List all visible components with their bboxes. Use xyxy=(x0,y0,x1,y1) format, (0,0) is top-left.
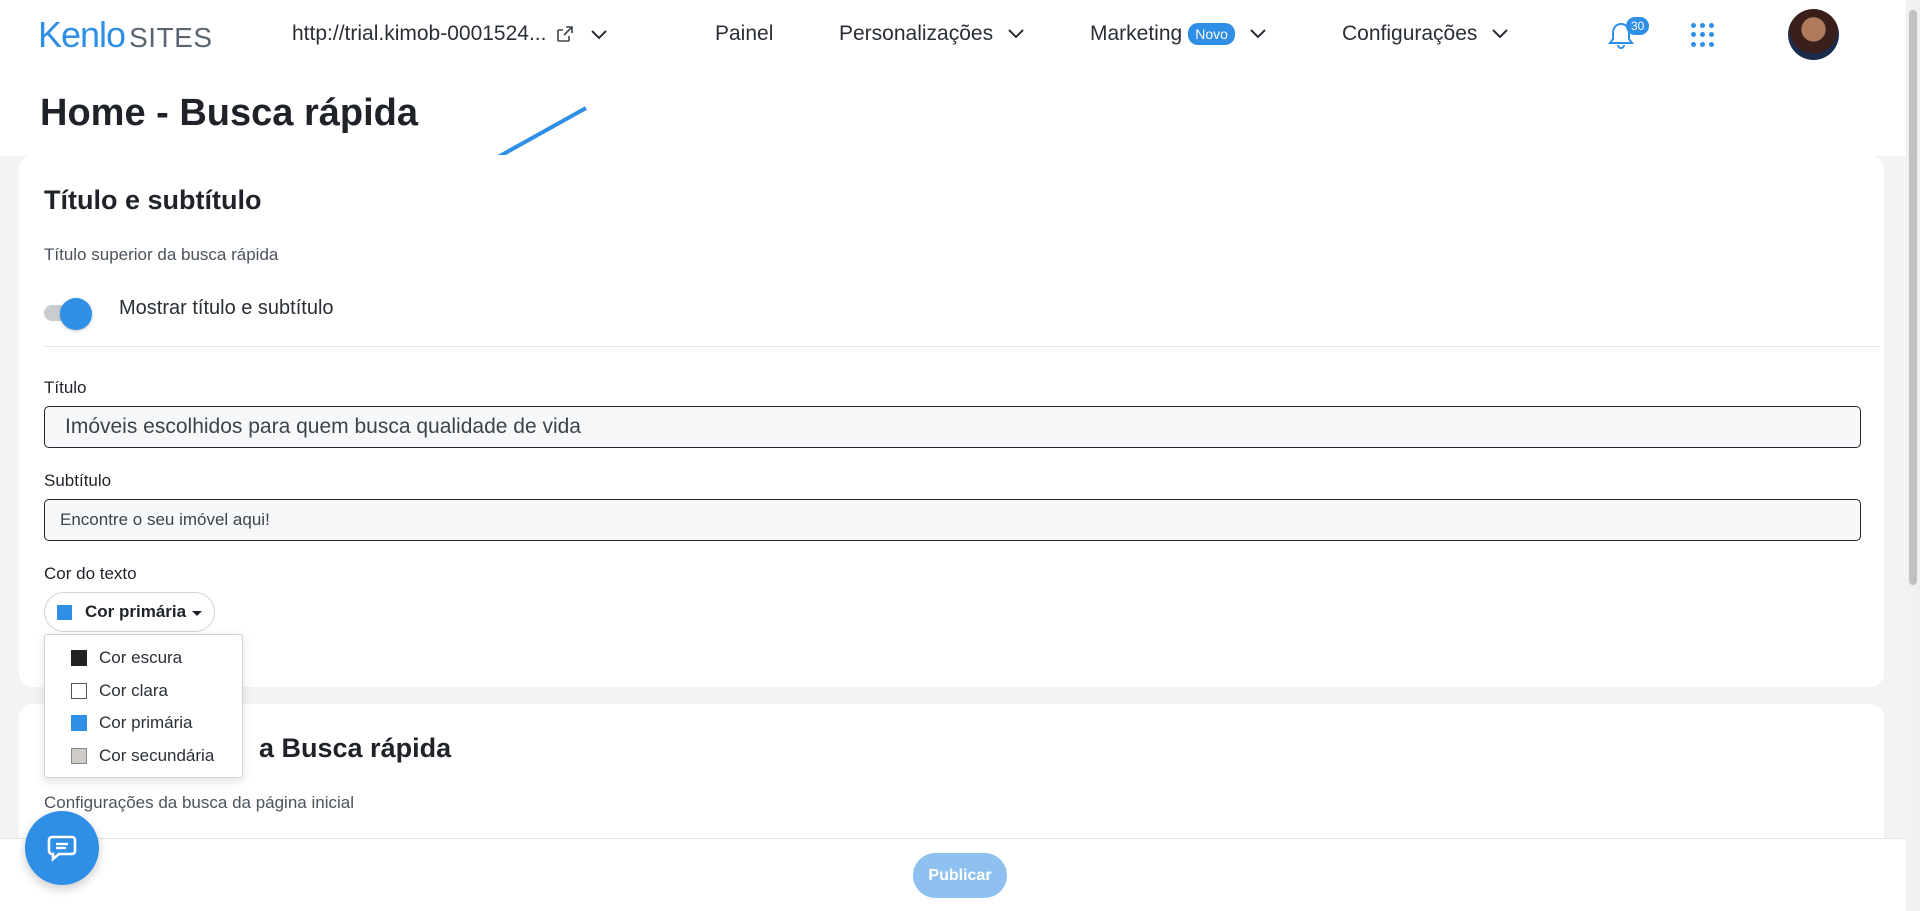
light-color-swatch xyxy=(71,682,87,699)
color-option-primary[interactable]: Cor primária xyxy=(45,707,242,740)
text-color-dropdown: Cor escura Cor clara Cor primária Cor se… xyxy=(44,634,243,778)
page-scrollbar[interactable] xyxy=(1906,0,1920,911)
user-avatar[interactable] xyxy=(1788,9,1839,60)
toggle-knob xyxy=(60,298,92,330)
chevron-down-icon xyxy=(1250,29,1266,39)
title-subtitle-card: Título e subtítulo Título superior da bu… xyxy=(19,155,1884,687)
color-option-secondary[interactable]: Cor secundária xyxy=(45,740,242,773)
text-color-select[interactable]: Cor primária xyxy=(44,592,216,632)
option-label: Cor secundária xyxy=(99,745,215,765)
scrollbar-thumb[interactable] xyxy=(1909,10,1917,585)
new-badge: Novo xyxy=(1188,23,1235,45)
logo-text: Kenlo xyxy=(38,14,126,55)
subtitle-input[interactable] xyxy=(44,499,1861,541)
chat-button[interactable] xyxy=(25,811,99,885)
toggle-label: Mostrar título e subtítulo xyxy=(119,297,334,319)
apps-grid-icon[interactable] xyxy=(1691,23,1715,47)
chevron-down-icon xyxy=(1008,29,1024,39)
chevron-down-icon xyxy=(1492,29,1509,39)
show-title-toggle[interactable] xyxy=(44,296,94,330)
secondary-color-swatch xyxy=(71,747,87,764)
color-option-light[interactable]: Cor clara xyxy=(45,675,242,708)
title-field-label: Título xyxy=(44,378,87,397)
text-color-label: Cor do texto xyxy=(44,564,137,583)
site-chevron-down-icon[interactable] xyxy=(588,24,610,46)
nav-personalizacoes-label: Personalizações xyxy=(839,22,994,45)
notification-count-badge: 30 xyxy=(1626,17,1650,35)
publish-button[interactable]: Publicar xyxy=(913,853,1007,898)
nav-marketing[interactable]: Marketing Novo xyxy=(1090,22,1269,46)
card-title: a Busca rápida xyxy=(259,733,452,763)
subtitle-field-label: Subtítulo xyxy=(44,471,112,490)
primary-color-swatch xyxy=(57,604,72,620)
nav-marketing-label: Marketing xyxy=(1090,22,1183,45)
card-description: Título superior da busca rápida xyxy=(44,245,279,264)
nav-personalizacoes[interactable]: Personalizações xyxy=(839,22,1027,46)
dark-color-swatch xyxy=(71,650,87,667)
logo-subtext: SITES xyxy=(129,22,213,53)
text-color-selected: Cor primária xyxy=(85,602,187,621)
nav-configuracoes-label: Configurações xyxy=(1342,22,1478,45)
option-label: Cor clara xyxy=(99,680,168,700)
nav-painel[interactable]: Painel xyxy=(715,22,773,46)
card-description: Configurações da busca da página inicial xyxy=(44,793,354,812)
chat-icon xyxy=(47,835,77,862)
primary-color-swatch xyxy=(71,715,87,732)
top-navigation: Kenlo SITES http://trial.kimob-0001524..… xyxy=(0,0,1906,70)
option-label: Cor primária xyxy=(99,713,193,733)
nav-configuracoes[interactable]: Configurações xyxy=(1342,22,1511,46)
nav-painel-label: Painel xyxy=(715,22,774,45)
caret-down-icon xyxy=(192,610,203,616)
bottom-action-bar: Publicar xyxy=(0,838,1906,911)
kenlo-sites-logo[interactable]: Kenlo SITES xyxy=(38,14,213,56)
color-option-dark[interactable]: Cor escura xyxy=(45,642,242,675)
divider xyxy=(44,346,1880,347)
option-label: Cor escura xyxy=(99,648,183,668)
site-url[interactable]: http://trial.kimob-0001524... xyxy=(292,22,546,46)
card-title: Título e subtítulo xyxy=(44,185,262,215)
external-link-icon[interactable] xyxy=(555,24,575,44)
page-header: Home - Busca rápida xyxy=(0,70,1906,156)
page-title: Home - Busca rápida xyxy=(40,92,418,134)
title-input[interactable] xyxy=(44,406,1861,448)
